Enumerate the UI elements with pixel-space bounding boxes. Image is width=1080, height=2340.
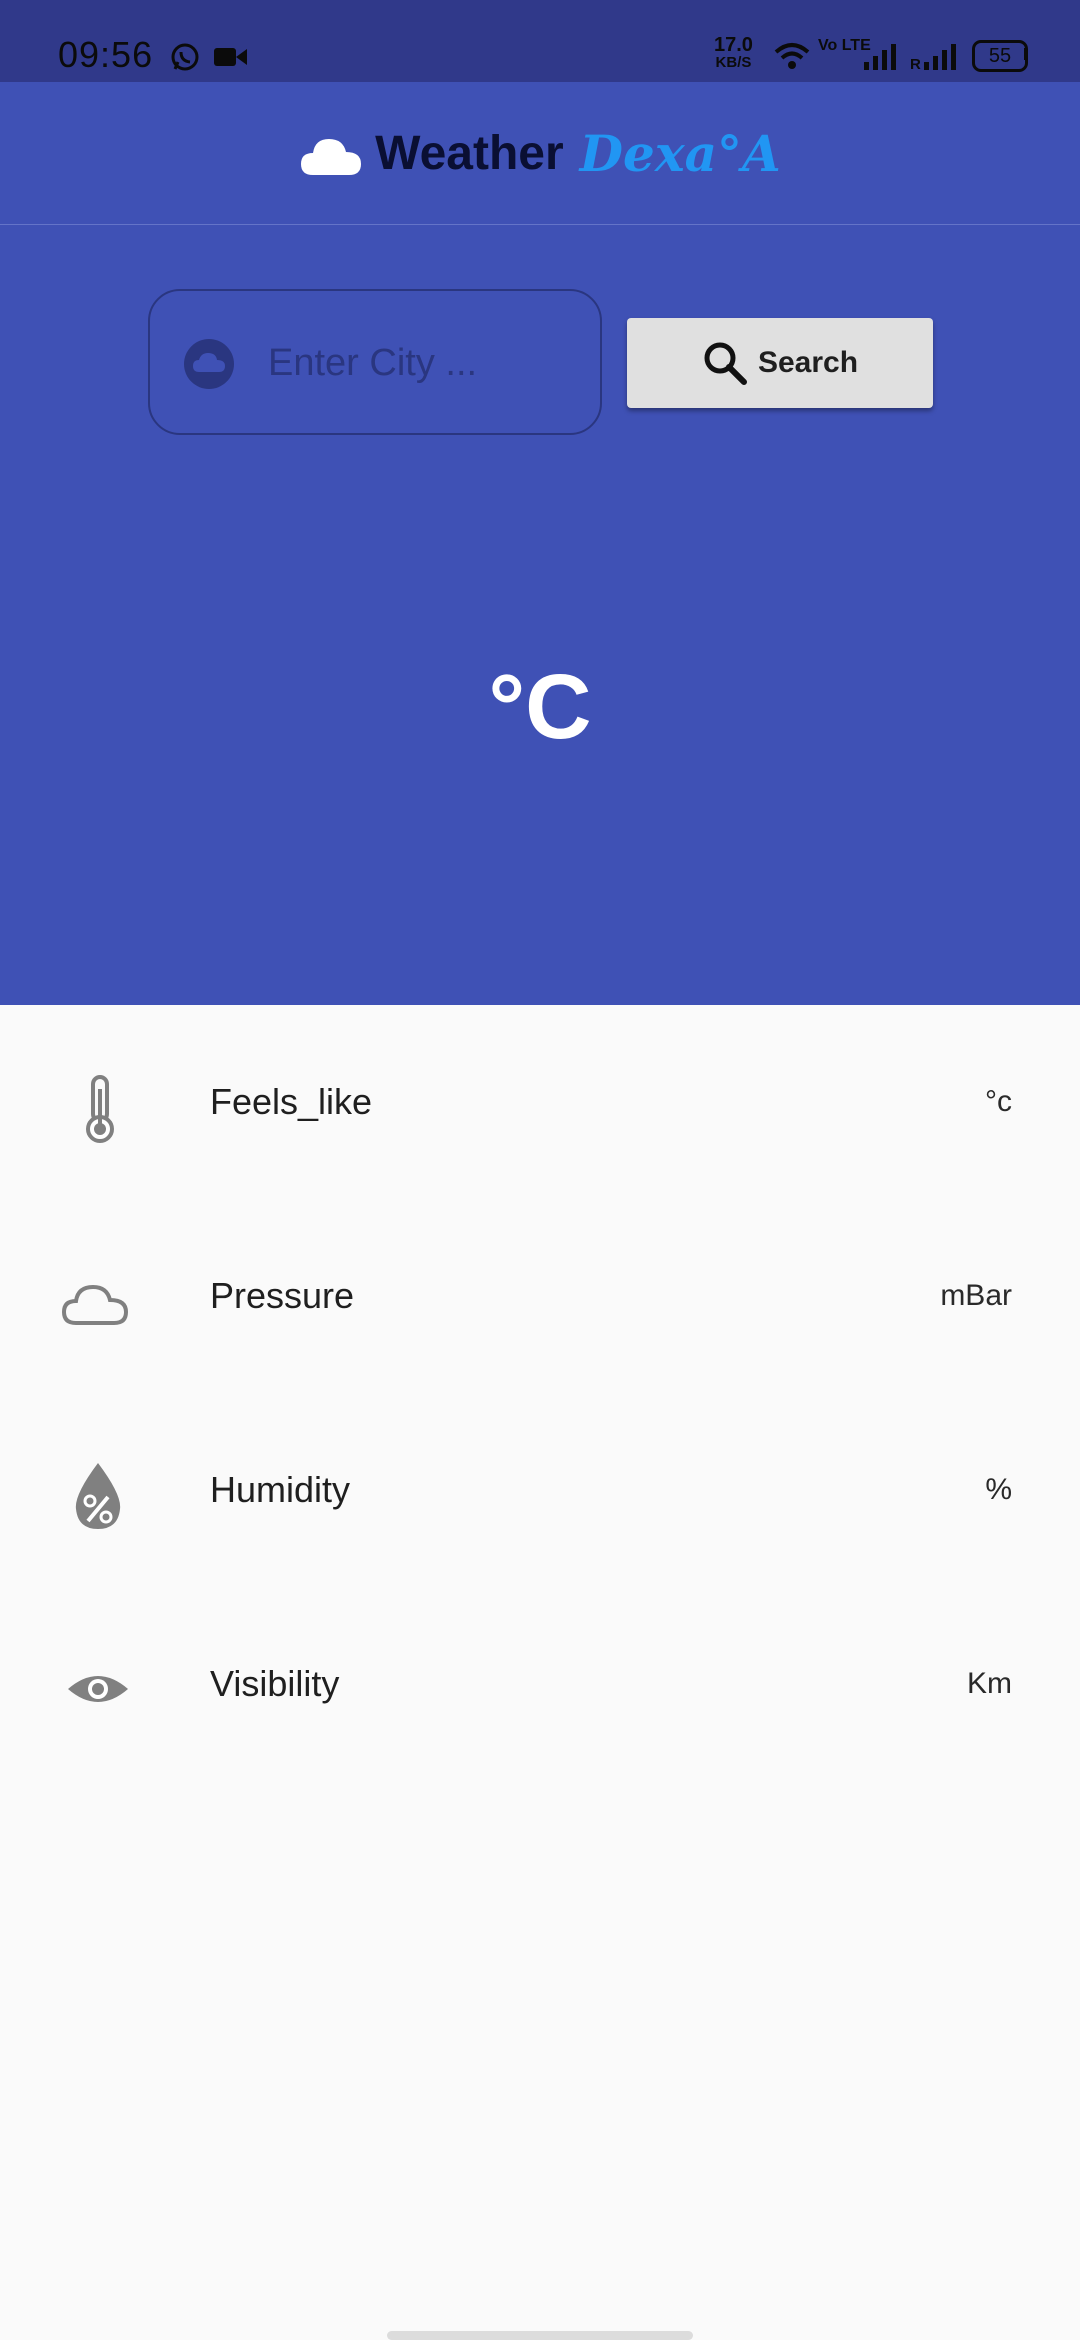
home-indicator[interactable] (387, 2331, 693, 2340)
search-button[interactable]: Search (627, 318, 933, 408)
cloud-outline-icon (61, 1284, 129, 1325)
app-subtitle: Dexa°A (579, 123, 781, 183)
search-button-label: Search (757, 346, 859, 379)
battery-cap (1024, 48, 1028, 60)
whatsapp-icon (171, 43, 199, 71)
signal-icon (864, 44, 896, 70)
detail-row-visibility: Visibility Km (0, 1587, 1080, 1781)
network-speed: 17.0 KB/S (714, 34, 753, 71)
brand: Weather Dexa°A (0, 82, 1080, 224)
app-title: Weather (375, 126, 564, 180)
detail-label: Humidity (210, 1469, 351, 1510)
detail-label: Feels_like (210, 1081, 373, 1122)
city-search-field[interactable] (148, 289, 602, 435)
cloud-icon (301, 139, 362, 175)
temperature-unit: °C (488, 656, 592, 758)
video-camera-icon (214, 48, 247, 66)
weather-details-list: Feels_like °c Pressure mBar Humidity % V… (0, 1005, 1080, 1781)
battery-indicator: 55 (972, 40, 1028, 72)
volte-indicator: Vo LTE (818, 37, 871, 54)
detail-row-feels-like: Feels_like °c (0, 1005, 1080, 1199)
detail-value: Km (967, 1667, 1012, 1700)
detail-value: mBar (940, 1279, 1012, 1312)
search-icon (704, 342, 747, 385)
detail-row-pressure: Pressure mBar (0, 1199, 1080, 1393)
eye-icon (68, 1676, 128, 1702)
cloud-circle-icon (184, 339, 234, 389)
detail-label: Pressure (210, 1275, 355, 1316)
app-bar: Weather Dexa°A (0, 82, 1080, 225)
humidity-drop-icon (75, 1463, 121, 1529)
detail-value: °c (985, 1085, 1012, 1118)
wifi-icon (774, 43, 810, 69)
weather-hero: Search °C (0, 225, 1080, 1005)
signal-roaming-icon (924, 44, 956, 70)
city-input[interactable] (268, 333, 568, 393)
detail-row-humidity: Humidity % (0, 1393, 1080, 1587)
detail-label: Visibility (210, 1663, 340, 1704)
roaming-indicator: R (910, 56, 921, 73)
status-time: 09:56 (58, 34, 154, 75)
status-bar: 09:56 17.0 KB/S Vo LTE R 55 (0, 0, 1080, 82)
current-temperature: °C (0, 655, 1080, 760)
detail-value: % (985, 1473, 1012, 1506)
thermometer-icon (86, 1075, 114, 1143)
